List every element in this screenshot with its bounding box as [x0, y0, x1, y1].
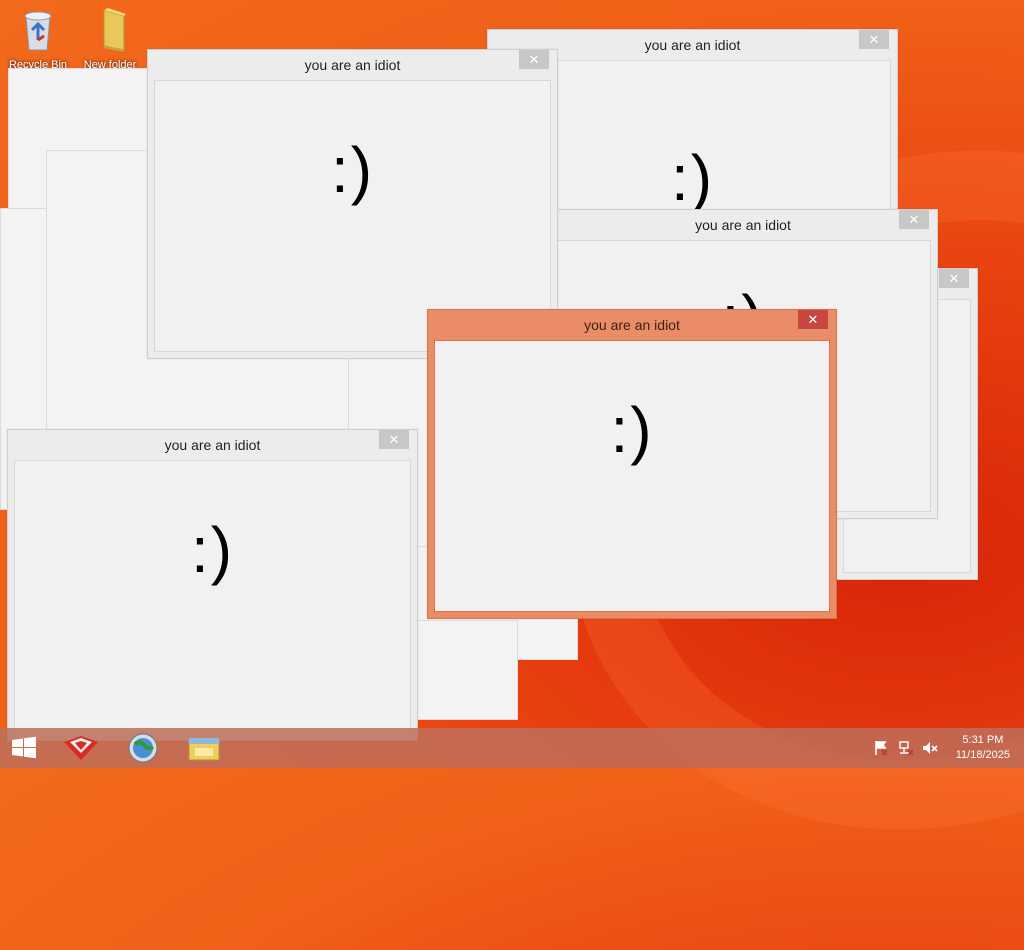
smiley-face-text: :)	[610, 394, 654, 466]
window-title: you are an idiot	[164, 437, 261, 453]
network-icon[interactable]	[897, 739, 915, 757]
window-client-area: :)	[434, 340, 830, 612]
smiley-face-text: :)	[190, 514, 235, 586]
window-client-area: :)	[14, 460, 411, 734]
taskbar-app-browser[interactable]	[113, 728, 173, 768]
close-button[interactable]: ✕	[859, 30, 889, 49]
close-button[interactable]: ✕	[939, 269, 969, 288]
recycle-bin-icon	[24, 11, 52, 51]
globe-browser-icon	[128, 733, 158, 763]
start-button[interactable]	[0, 728, 60, 768]
taskbar-clock[interactable]: 5:31 PM 11/18/2025	[956, 733, 1010, 763]
dialog-window[interactable]: you are an idiot ✕ :)	[7, 429, 418, 741]
window-title: you are an idiot	[695, 217, 791, 233]
folder-icon	[103, 8, 126, 52]
window-title: you are an idiot	[304, 57, 401, 73]
clock-time: 5:31 PM	[962, 734, 1004, 746]
window-ghost-frame	[410, 620, 518, 720]
file-explorer-icon	[188, 737, 220, 761]
desktop-icon-new-folder[interactable]: New folder	[78, 6, 142, 71]
volume-muted-icon[interactable]	[921, 739, 939, 757]
dialog-window-active[interactable]: you are an idiot ✕ :)	[427, 309, 837, 619]
close-button[interactable]: ✕	[798, 310, 828, 329]
window-title: you are an idiot	[584, 317, 680, 333]
close-button[interactable]: ✕	[519, 50, 549, 69]
desktop-icon-recycle-bin[interactable]: Recycle Bin	[6, 6, 70, 71]
taskbar-app-red[interactable]	[52, 728, 112, 768]
red-app-icon	[64, 736, 98, 760]
close-button[interactable]: ✕	[379, 430, 409, 449]
close-button[interactable]: ✕	[899, 210, 929, 229]
taskbar: 5:31 PM 11/18/2025	[0, 728, 1024, 768]
clock-date: 11/18/2025	[955, 749, 1010, 761]
start-windows-icon	[12, 736, 36, 759]
taskbar-app-file-explorer[interactable]	[174, 728, 234, 768]
action-center-flag-icon[interactable]	[872, 739, 890, 757]
smiley-face-text: :)	[330, 134, 375, 206]
